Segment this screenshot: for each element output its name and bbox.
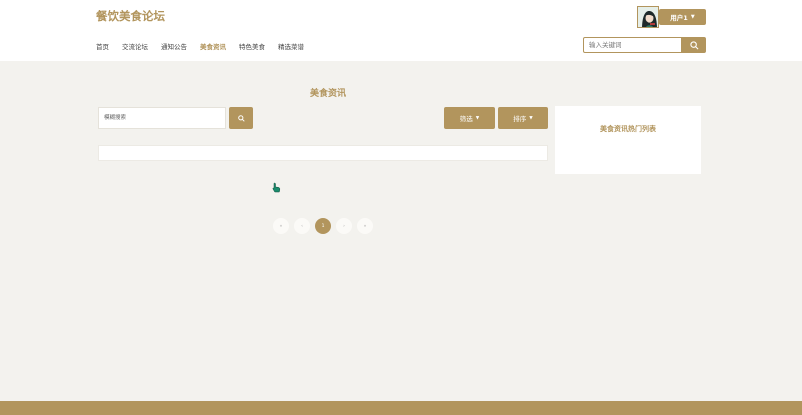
caret-down-icon: ▼ [475,115,480,121]
nav-item-announcements[interactable]: 通知公告 [161,41,187,51]
hand-cursor-icon [272,182,281,193]
page-current-button[interactable]: 1 [315,218,331,234]
search-icon [237,114,245,122]
page-next-button[interactable]: › [336,218,352,234]
nav-item-forum[interactable]: 交流论坛 [122,41,148,51]
site-footer [0,401,802,415]
nav-item-home[interactable]: 首页 [96,41,109,51]
sort-button[interactable]: 排序 ▼ [498,107,548,129]
filter-button[interactable]: 筛选 ▼ [444,107,495,129]
hot-list-panel: 美食资讯热门列表 [555,106,701,174]
header-search-button[interactable] [682,37,706,53]
caret-down-icon: ▼ [529,115,533,121]
site-title: 餐饮美食论坛 [96,9,165,23]
nav-item-recipes[interactable]: 精选菜谱 [278,41,304,51]
header-search-input[interactable] [583,37,682,53]
filter-label: 筛选 [459,115,473,123]
hot-list-title: 美食资讯热门列表 [600,125,656,133]
main-nav: 首页 交流论坛 通知公告 美食资讯 特色美食 精选菜谱 [96,41,317,51]
page-prev-button[interactable]: ‹ [294,218,310,234]
fuzzy-search-button[interactable] [229,107,253,129]
avatar-image [638,7,658,27]
page-last-button[interactable]: » [357,218,373,234]
user-menu-button[interactable]: 用户1 ▼ [659,9,706,25]
nav-item-food-news[interactable]: 美食资讯 [200,41,226,51]
caret-down-icon: ▼ [690,14,695,20]
nav-item-specialty-food[interactable]: 特色美食 [239,41,265,51]
fuzzy-search-input[interactable] [98,107,226,129]
news-list-container [98,145,548,161]
site-header: 餐饮美食论坛 首页 交流论坛 通知公告 美食资讯 特色美食 精选菜谱 用户1 ▼ [0,0,802,61]
search-icon [689,40,698,49]
user-menu-label: 用户1 [670,14,688,22]
pagination: « ‹ 1 › » [273,218,378,234]
page-first-button[interactable]: « [273,218,289,234]
sort-label: 排序 [513,115,527,123]
avatar[interactable] [637,6,659,28]
section-title: 美食资讯 [310,89,347,99]
